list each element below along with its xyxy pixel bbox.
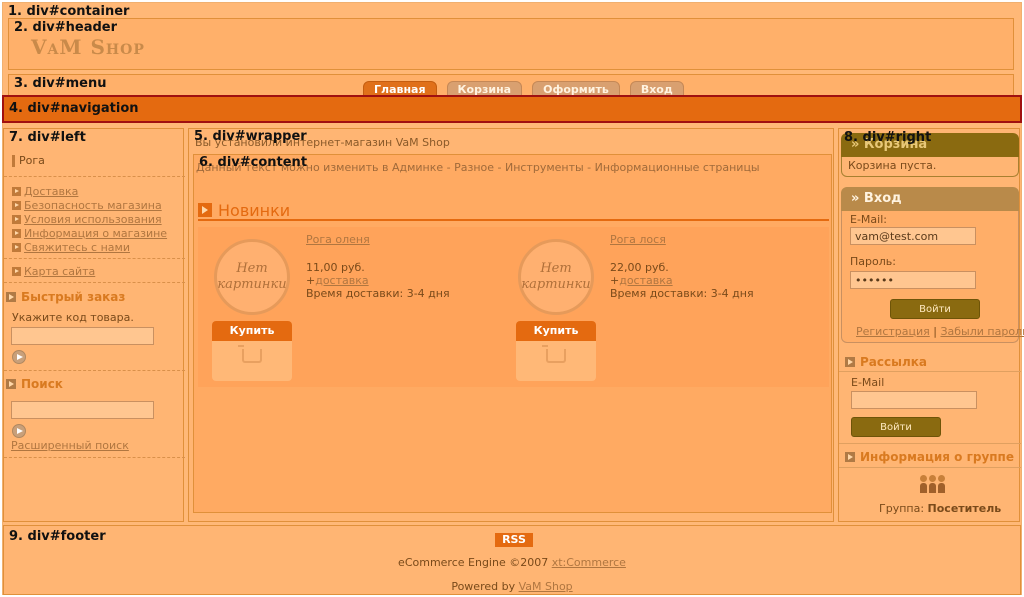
group-value: Посетитель xyxy=(927,502,1002,515)
wrapper-label: 5. div#wrapper xyxy=(194,129,307,144)
no-image-placeholder[interactable]: Нет картинки xyxy=(214,239,290,315)
info-link-shipping[interactable]: Доставка xyxy=(12,185,78,198)
footer-label: 9. div#footer xyxy=(9,529,106,544)
newsletter-submit-button[interactable]: Войти xyxy=(851,417,941,437)
top-menu: 3. div#menu Главная Корзина Оформить Вхо… xyxy=(8,74,1014,97)
newsletter-email-field[interactable] xyxy=(851,391,977,409)
right-label: 8. div#right xyxy=(844,130,932,145)
arrow-bullet-icon xyxy=(12,243,21,252)
product-card: Нет картинки Купить Рога оленя 11,00 руб.… xyxy=(198,227,498,387)
group-info-heading: Информация о группе xyxy=(845,450,1014,464)
info-link-security[interactable]: Безопасность магазина xyxy=(12,199,162,212)
user-group-icon xyxy=(920,475,946,495)
divider xyxy=(839,467,1021,468)
cart-empty-text: Корзина пуста. xyxy=(848,159,937,172)
cart-icon xyxy=(238,345,262,363)
login-submit-button[interactable]: Войти xyxy=(890,299,980,319)
login-box-heading: » Вход xyxy=(841,187,1019,211)
info-link-terms[interactable]: Условия использования xyxy=(12,213,162,226)
arrow-box-icon xyxy=(6,292,16,302)
group-label: Группа: xyxy=(879,502,925,515)
header: 2. div#header VaM Shop xyxy=(8,18,1014,70)
divider xyxy=(4,176,185,177)
quick-order-go-icon[interactable] xyxy=(12,350,26,364)
arrow-box-icon xyxy=(845,357,855,367)
left-column: 7. div#left Рога Доставка Безопасность м… xyxy=(3,128,185,522)
cart-box-body: Корзина пуста. xyxy=(841,157,1019,177)
right-column: » Корзина 8. div#right Корзина пуста. » … xyxy=(838,128,1024,522)
info-link-contact[interactable]: Свяжитесь с нами xyxy=(12,241,130,254)
arrow-bullet-icon xyxy=(12,229,21,238)
shop-logo[interactable]: VaM Shop xyxy=(31,35,145,59)
products-grid: Нет картинки Купить Рога оленя 11,00 руб.… xyxy=(198,227,829,387)
engine-credit: eCommerce Engine ©2007 xt:Commerce xyxy=(398,556,626,569)
arrow-bullet-icon xyxy=(12,187,21,196)
info-link-about[interactable]: Информация о магазине xyxy=(12,227,167,240)
arrow-box-icon xyxy=(845,452,855,462)
product-shipping: +доставка xyxy=(610,274,673,287)
footer: 9. div#footer RSS eCommerce Engine ©2007… xyxy=(3,525,1021,595)
navigation-bar: 4. div#navigation xyxy=(2,95,1022,123)
divider xyxy=(4,282,185,283)
sitemap-link[interactable]: Карта сайта xyxy=(12,265,95,278)
search-go-icon[interactable] xyxy=(12,424,26,438)
navigation-label: 4. div#navigation xyxy=(9,101,139,116)
password-label: Пароль: xyxy=(850,255,896,268)
divider xyxy=(4,258,185,259)
powered-credit: Powered by VaM Shop xyxy=(451,580,573,593)
arrow-bullet-icon xyxy=(12,201,21,210)
forgot-password-link[interactable]: Забыли пароль? xyxy=(940,325,1024,338)
product-price: 22,00 руб. xyxy=(610,261,669,274)
product-card: Нет картинки Купить Рога лося 22,00 руб. … xyxy=(502,227,802,387)
new-products-heading: Новинки xyxy=(198,201,829,221)
password-field[interactable] xyxy=(850,271,976,289)
product-delivery-time: Время доставки: 3-4 дня xyxy=(610,287,754,300)
left-label: 7. div#left xyxy=(9,130,86,145)
newsletter-email-label: E-Mail xyxy=(851,376,885,389)
divider xyxy=(839,371,1021,372)
arrow-bullet-icon xyxy=(12,267,21,276)
search-input[interactable] xyxy=(11,401,154,419)
arrow-bullet-icon xyxy=(12,215,21,224)
advanced-search-link[interactable]: Расширенный поиск xyxy=(11,439,129,452)
cart-icon xyxy=(542,345,566,363)
vamshop-link[interactable]: VaM Shop xyxy=(519,580,573,593)
rss-button[interactable]: RSS xyxy=(495,533,533,547)
email-field[interactable] xyxy=(850,227,976,245)
newsletter-heading: Рассылка xyxy=(845,355,927,369)
product-name-link[interactable]: Рога лося xyxy=(610,233,666,246)
xtcommerce-link[interactable]: xt:Commerce xyxy=(552,556,626,569)
buy-button[interactable]: Купить xyxy=(516,321,596,381)
category-item[interactable]: Рога xyxy=(19,154,45,167)
quick-order-heading: Быстрый заказ xyxy=(6,290,125,304)
product-shipping: +доставка xyxy=(306,274,369,287)
buy-button[interactable]: Купить xyxy=(212,321,292,381)
header-label: 2. div#header xyxy=(14,20,118,35)
divider xyxy=(4,457,185,458)
container-label: 1. div#container xyxy=(8,4,130,19)
divider xyxy=(4,370,185,371)
group-line: Группа: Посетитель xyxy=(879,502,1001,515)
link-separator: | xyxy=(933,325,937,338)
content-label: 6. div#content xyxy=(199,155,308,170)
arrow-box-icon xyxy=(198,203,212,217)
quick-order-input[interactable] xyxy=(11,327,154,345)
shipping-link[interactable]: доставка xyxy=(619,274,672,287)
no-image-placeholder[interactable]: Нет картинки xyxy=(518,239,594,315)
product-name-link[interactable]: Рога оленя xyxy=(306,233,370,246)
register-link[interactable]: Регистрация xyxy=(856,325,930,338)
product-price: 11,00 руб. xyxy=(306,261,365,274)
content-area: Данный текст можно изменить в Админке - … xyxy=(193,154,832,513)
login-links: Регистрация | Забыли пароль? xyxy=(856,325,1024,338)
category-marker xyxy=(12,155,15,167)
quick-order-hint: Укажите код товара. xyxy=(12,311,134,324)
email-label: E-Mail: xyxy=(850,213,887,226)
shipping-link[interactable]: доставка xyxy=(315,274,368,287)
login-box-body: E-Mail: Пароль: Войти Регистрация | Забы… xyxy=(841,211,1024,343)
divider xyxy=(839,443,1021,444)
search-heading: Поиск xyxy=(6,377,63,391)
menu-label: 3. div#menu xyxy=(14,76,107,91)
product-delivery-time: Время доставки: 3-4 дня xyxy=(306,287,450,300)
arrow-box-icon xyxy=(6,379,16,389)
